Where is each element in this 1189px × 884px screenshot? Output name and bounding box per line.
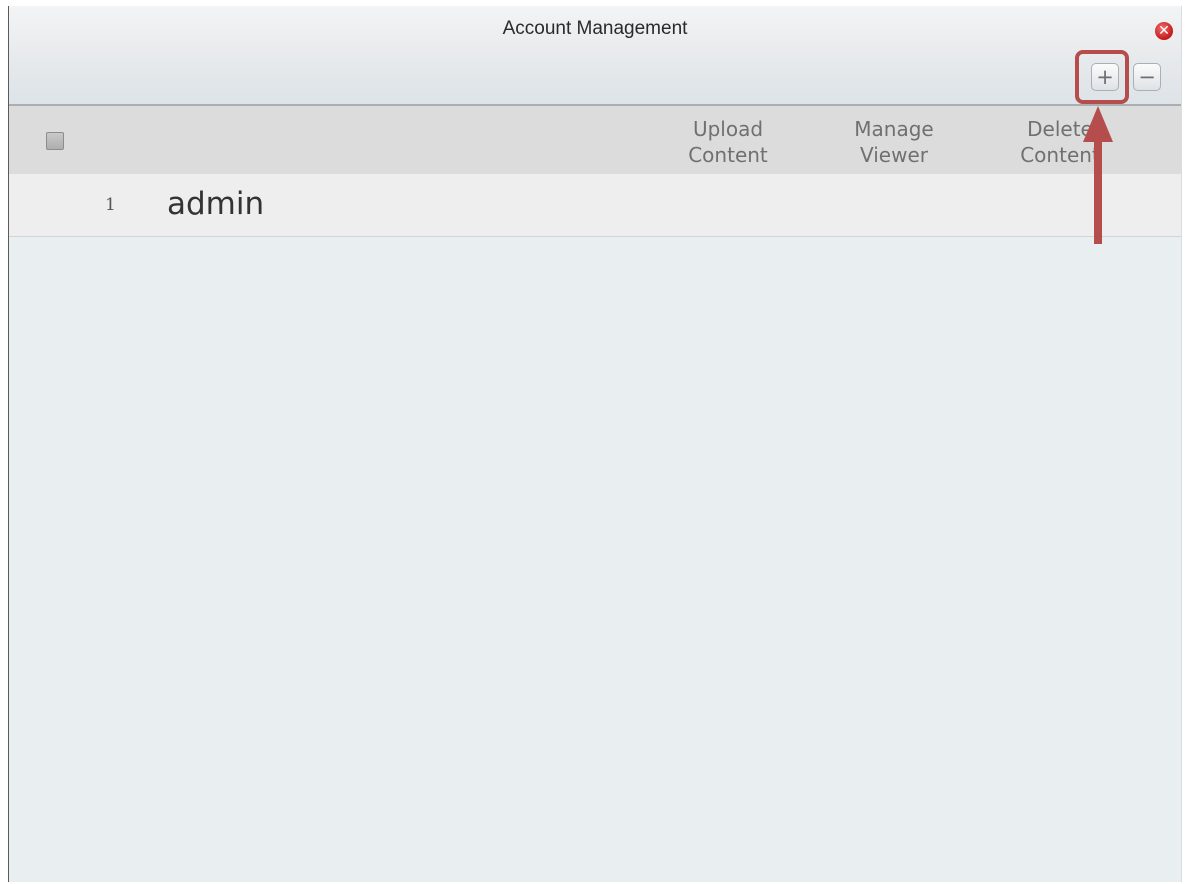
table-row[interactable]: 1 admin — [9, 174, 1181, 237]
close-icon[interactable]: ✕ — [1155, 22, 1173, 40]
table-header: Upload Content Manage Viewer Delete Cont… — [9, 106, 1181, 175]
select-all-checkbox[interactable] — [46, 132, 64, 150]
window-title: Account Management — [502, 18, 688, 39]
column-header-manage-viewer: Manage Viewer — [854, 117, 934, 167]
column-header-upload-content: Upload Content — [688, 117, 768, 167]
remove-account-button[interactable]: − — [1133, 63, 1161, 91]
title-bar: Account Management ✕ + − — [9, 6, 1181, 106]
row-number: 1 — [105, 195, 116, 215]
annotation-arrow-icon — [1083, 106, 1113, 244]
add-button-highlight — [1075, 50, 1129, 104]
account-name: admin — [167, 186, 265, 222]
account-management-window: Account Management ✕ + − Upload Content … — [8, 6, 1182, 882]
